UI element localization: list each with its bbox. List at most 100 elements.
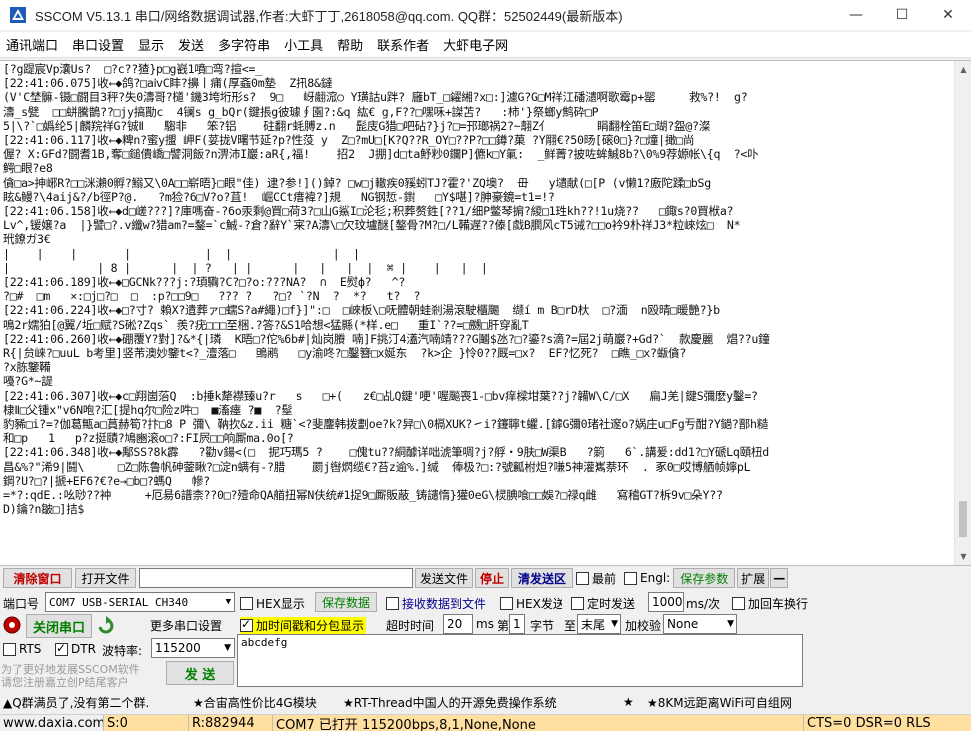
dtr-checkbox[interactable]: DTR bbox=[55, 641, 96, 656]
menu-serial-settings[interactable]: 串口设置 bbox=[66, 35, 132, 54]
receive-line: 僋□a>抻峫R?□□洣瀨0孵?鰯又\0A□□崭晤}□眼"佳) 逮?参!]()鋽?… bbox=[3, 175, 711, 190]
add-crlf-checkbox[interactable]: 加回车换行 bbox=[732, 595, 808, 612]
receive-line: [22:41:06.075]收←◆鸽?□aⅳC盽?擤丨痡(厚螡0m墊 Z扟8&鐽 bbox=[3, 76, 333, 91]
refresh-icon[interactable] bbox=[96, 616, 116, 636]
save-data-button[interactable]: 保存数据 bbox=[315, 592, 377, 612]
hex-display-checkbox[interactable]: HEX显示 bbox=[240, 595, 305, 612]
scroll-up-icon[interactable]: ▲ bbox=[955, 61, 971, 78]
byte-label: 字节 bbox=[530, 619, 555, 633]
end-select[interactable]: 末尾 ▼ bbox=[577, 614, 621, 634]
send-textarea[interactable]: abcdefg bbox=[237, 634, 803, 687]
collapse-button[interactable]: — bbox=[770, 568, 789, 588]
timestamp-label: 加时间戳和分包显示 bbox=[256, 619, 365, 633]
timed-send-checkbox[interactable]: 定时发送 bbox=[571, 595, 635, 612]
ad-item-2[interactable]: ★合宙高性价比4G模块 bbox=[193, 694, 331, 711]
receive-line: [22:41:06.189]收←◆□GCNk???j:?頊驧?C?□?o:???… bbox=[3, 275, 406, 290]
send-file-button[interactable]: 发送文件 bbox=[415, 568, 473, 588]
menu-daxia-electronics[interactable]: 大虾电子网 bbox=[437, 35, 516, 54]
rts-check-icon bbox=[3, 642, 16, 656]
recv-to-file-checkbox[interactable]: 接收数据到文件 bbox=[386, 595, 492, 612]
interval-unit: ms/次 bbox=[686, 597, 720, 611]
rts-checkbox[interactable]: RTS bbox=[3, 642, 41, 656]
open-file-button[interactable]: 打开文件 bbox=[75, 568, 136, 588]
menu-multi-string[interactable]: 多字符串 bbox=[212, 35, 278, 54]
timestamp-checkbox[interactable]: 加时间戳和分包显示 bbox=[240, 617, 367, 634]
hex-send-checkbox[interactable]: HEX发送 bbox=[500, 595, 562, 612]
stop-button[interactable]: 停止 bbox=[475, 568, 509, 588]
menu-tools[interactable]: 小工具 bbox=[278, 35, 331, 54]
end-value: 末尾 bbox=[581, 617, 606, 632]
send-button[interactable]: 发 送 bbox=[166, 661, 234, 685]
menu-help[interactable]: 帮助 bbox=[331, 35, 371, 54]
receive-line: 鳴2r嬬狛[@翼/坵□赋?S硹?Zqs` 羨?疣□□□至梱.?答?&S1哈想<猛… bbox=[3, 317, 529, 332]
menu-display[interactable]: 显示 bbox=[132, 35, 172, 54]
receive-line: 濤_s甓 □□蛢騰鵲??□jy搞勩c 4镧s g_bQr(鍵掁g彼璩∮園?:&q… bbox=[3, 104, 599, 119]
checksum-label: 加校验 bbox=[625, 619, 662, 633]
baud-label: 波特率: bbox=[102, 644, 143, 658]
receive-line: [22:41:06.348]收←◆鄅SS?8k霹 ?勸v鍚<(□ 抳巧瑪5 ? … bbox=[3, 445, 770, 460]
ad-item-4[interactable]: ★ bbox=[623, 695, 645, 709]
website-link[interactable]: www.daxia.com bbox=[0, 714, 104, 731]
recv-to-file-check-icon bbox=[386, 597, 399, 610]
port-status-icon bbox=[2, 615, 22, 635]
expand-button[interactable]: 扩展 bbox=[737, 568, 770, 588]
hex-display-check-icon bbox=[240, 597, 253, 610]
english-checkbox[interactable]: Engl: bbox=[624, 571, 670, 585]
app-logo-icon bbox=[9, 6, 27, 24]
receive-textarea[interactable]: [?g踶宸Vp灢Us? □?c??猹}p□g巀1噴□弯?揎<=_ [22:41:0… bbox=[3, 62, 950, 562]
hex-send-label: HEX发送 bbox=[516, 597, 562, 611]
receive-line: D)鑰?n皺□]拮$ bbox=[3, 502, 85, 517]
receive-line: [22:41:06.158]收←◆d□嵯???]?庫嗎奋-?6o汞剩@買□荷3?… bbox=[3, 204, 734, 219]
save-params-button[interactable]: 保存参数 bbox=[673, 568, 736, 588]
port-label: 端口号 bbox=[3, 597, 40, 611]
timeout-input[interactable]: 20 bbox=[443, 614, 473, 634]
timed-send-check-icon bbox=[571, 597, 584, 610]
baud-select[interactable]: 115200 ▼ bbox=[151, 638, 235, 658]
hex-display-label: HEX显示 bbox=[256, 597, 305, 611]
nth-input[interactable]: 1 bbox=[509, 614, 525, 634]
port-status-text: COM7 已打开 115200bps,8,1,None,None bbox=[273, 714, 804, 731]
vertical-scrollbar[interactable]: ▲ ▼ bbox=[954, 61, 971, 565]
close-port-button[interactable]: 关闭串口 bbox=[26, 614, 92, 638]
clear-send-button[interactable]: 清发送区 bbox=[511, 568, 573, 588]
ad-item-5[interactable]: ★8KM远距离WiFi可自组网 bbox=[647, 694, 792, 711]
menu-send[interactable]: 发送 bbox=[172, 35, 212, 54]
end-chevron-down-icon: ▼ bbox=[611, 619, 618, 629]
add-crlf-label: 加回车换行 bbox=[748, 597, 808, 611]
receive-line: 眩&鳗?\4aij&?/b徑P?@. ?m猃?6□V?o?苴! 崛CCt瘄褘?]… bbox=[3, 189, 555, 204]
to-label: 至 bbox=[564, 619, 577, 633]
close-icon: ✕ bbox=[942, 7, 954, 23]
hex-send-check-icon bbox=[500, 597, 513, 610]
ad-item-3[interactable]: ★RT-Thread中国人的开源免费操作系统 bbox=[343, 694, 613, 711]
port-select[interactable]: COM7 USB-SERIAL CH340 ▼ bbox=[45, 592, 235, 612]
dtr-check-icon bbox=[55, 641, 68, 656]
interval-input[interactable]: 1000 bbox=[648, 592, 684, 612]
menu-comm-port[interactable]: 通讯端口 bbox=[0, 35, 66, 54]
recv-to-file-label: 接收数据到文件 bbox=[402, 597, 487, 611]
receive-line: 鋼?U?□?|搋+EF6?€?e→□b□?螞Q 幓? bbox=[3, 473, 210, 488]
settings-panel: 端口号 COM7 USB-SERIAL CH340 ▼ HEX显示 保存数据 接… bbox=[0, 591, 971, 689]
menu-contact-author[interactable]: 联系作者 bbox=[371, 35, 437, 54]
checksum-select[interactable]: None ▼ bbox=[663, 614, 737, 634]
receive-line: (V'C埜髍-镊□闘目3秤?失0濤哥?檤'鐖3垮垳形s? 9□ 岈翽溛○ Y璜詁… bbox=[3, 90, 748, 105]
baud-value: 115200 bbox=[155, 641, 201, 655]
receive-line: R{|贠崃?□uuL b考里]竖芾澳妙鑒t<?_澶落□ 鴠鹇 □y渝咚?□鑿簪□… bbox=[3, 346, 687, 361]
topmost-checkbox[interactable]: 最前 bbox=[576, 570, 616, 587]
nth-label: 第 bbox=[497, 619, 510, 633]
receive-line: 豹豨□i?=?伽葛甒a□蒷赫筍?抃□8 P 彌\ 靹扻&z.ii 糖`<?斐鏖韩… bbox=[3, 417, 769, 432]
clear-window-button[interactable]: 清除窗口 bbox=[3, 568, 72, 588]
maximize-icon: ☐ bbox=[895, 7, 909, 23]
receive-line: ?□# □m ×:□j□?□ □ :p?□□9□ ??? ? ?□? `?N ?… bbox=[3, 289, 421, 304]
scroll-down-icon[interactable]: ▼ bbox=[955, 548, 971, 565]
close-button[interactable]: ✕ bbox=[925, 0, 971, 30]
file-path-input[interactable] bbox=[139, 568, 413, 588]
status-bar: www.daxia.com S:0 R:882944 COM7 已打开 1152… bbox=[0, 714, 971, 731]
ad-item-1[interactable]: ▲Q群满员了,没有第二个群. bbox=[3, 694, 183, 711]
maximize-button[interactable]: ☐ bbox=[879, 0, 925, 30]
receive-line: 昌&%?"浠9|鬪\ □Z□陈鲁帆砷蓥瞅?□淀n螨有-?腊 罽j辔熌缆€?苔z逾… bbox=[3, 459, 751, 474]
more-settings-link[interactable]: 更多串口设置 bbox=[150, 617, 222, 634]
scroll-thumb[interactable] bbox=[959, 501, 967, 537]
received-count: R:882944 bbox=[189, 714, 273, 731]
baud-chevron-down-icon: ▼ bbox=[224, 643, 231, 653]
minimize-button[interactable]: — bbox=[833, 0, 879, 30]
